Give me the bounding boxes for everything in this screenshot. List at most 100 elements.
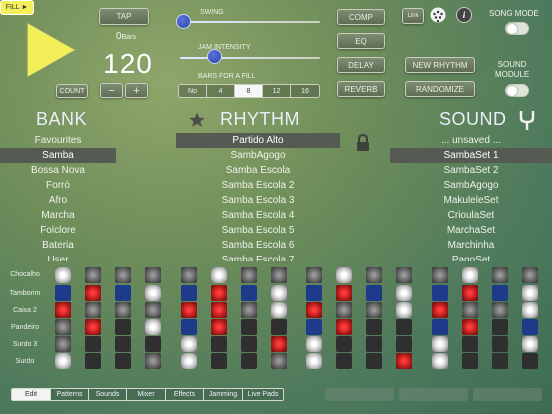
list-item[interactable]: Favourites (0, 133, 116, 148)
step-pad[interactable] (115, 336, 131, 352)
list-item[interactable]: Bossa Nova (0, 163, 116, 178)
step-pad[interactable] (366, 267, 382, 283)
track-label-caixa-2[interactable]: Caixa 2 (2, 307, 48, 314)
step-pad[interactable] (396, 336, 412, 352)
bpm-minus-button[interactable]: − (100, 83, 123, 98)
step-pad[interactable] (85, 353, 101, 369)
step-pad[interactable] (181, 319, 197, 335)
list-item[interactable]: Samba Escola 6 (176, 238, 340, 253)
step-pad[interactable] (522, 336, 538, 352)
list-item[interactable]: Samba (0, 148, 116, 163)
bars-fill-option-no[interactable]: No (179, 85, 207, 97)
step-pad[interactable] (271, 353, 287, 369)
step-pad[interactable] (306, 353, 322, 369)
step-pad[interactable] (211, 336, 227, 352)
step-pad[interactable] (396, 267, 412, 283)
bars-fill-option-16[interactable]: 16 (291, 85, 319, 97)
list-item[interactable]: MakuleleSet (390, 193, 552, 208)
step-pad[interactable] (115, 285, 131, 301)
step-pad[interactable] (145, 353, 161, 369)
list-item[interactable]: SambAgogo (390, 178, 552, 193)
step-pad[interactable] (55, 319, 71, 335)
step-pad[interactable] (522, 353, 538, 369)
step-pad[interactable] (396, 302, 412, 318)
step-pad[interactable] (145, 319, 161, 335)
randomize-button[interactable]: RANDOMIZE (405, 81, 475, 97)
bars-fill-option-4[interactable]: 4 (207, 85, 235, 97)
step-pad[interactable] (241, 285, 257, 301)
step-pad[interactable] (55, 336, 71, 352)
step-pad[interactable] (115, 319, 131, 335)
list-item[interactable]: Marchinha (390, 238, 552, 253)
tab-effects[interactable]: Effects (166, 389, 204, 400)
step-pad[interactable] (271, 267, 287, 283)
tab-mixer[interactable]: Mixer (127, 389, 166, 400)
list-item[interactable]: Samba Escola 5 (176, 223, 340, 238)
list-item[interactable]: Bateria (0, 238, 116, 253)
tab-jamming[interactable]: Jamming (204, 389, 243, 400)
list-item[interactable]: Afro (0, 193, 116, 208)
tuning-fork-icon[interactable] (517, 109, 537, 131)
bars-fill-option-8[interactable]: 8 (235, 85, 263, 97)
step-pad[interactable] (396, 319, 412, 335)
step-pad[interactable] (492, 353, 508, 369)
step-pad[interactable] (492, 285, 508, 301)
step-pad[interactable] (462, 302, 478, 318)
step-pad[interactable] (271, 319, 287, 335)
step-pad[interactable] (366, 302, 382, 318)
eq-button[interactable]: EQ (337, 33, 385, 49)
list-item[interactable]: SambAgogo (176, 148, 340, 163)
list-item[interactable]: Forró (0, 178, 116, 193)
step-pad[interactable] (55, 353, 71, 369)
bars-fill-option-12[interactable]: 12 (263, 85, 291, 97)
step-pad[interactable] (211, 353, 227, 369)
step-pad[interactable] (211, 319, 227, 335)
step-pad[interactable] (181, 336, 197, 352)
play-button[interactable] (26, 22, 76, 78)
info-icon[interactable]: i (456, 7, 472, 23)
jam-intensity-track[interactable] (180, 57, 320, 59)
list-item[interactable]: User (0, 253, 116, 261)
tap-button[interactable]: TAP (99, 8, 149, 25)
swing-knob[interactable] (176, 14, 191, 29)
list-item[interactable]: PagoSet (390, 253, 552, 261)
tab-edit[interactable]: Edit (12, 389, 51, 400)
list-item[interactable]: Samba Escola (176, 163, 340, 178)
step-pad[interactable] (462, 319, 478, 335)
step-pad[interactable] (336, 302, 352, 318)
step-pad[interactable] (241, 353, 257, 369)
step-pad[interactable] (396, 353, 412, 369)
step-pad[interactable] (492, 267, 508, 283)
delay-button[interactable]: DELAY (337, 57, 385, 73)
step-pad[interactable] (492, 302, 508, 318)
list-item[interactable]: Folclore (0, 223, 116, 238)
swing-track[interactable] (180, 21, 320, 23)
step-pad[interactable] (271, 285, 287, 301)
list-item[interactable]: ... unsaved ... (390, 133, 552, 148)
step-pad[interactable] (115, 267, 131, 283)
step-pad[interactable] (181, 302, 197, 318)
step-pad[interactable] (432, 319, 448, 335)
step-pad[interactable] (241, 319, 257, 335)
list-item[interactable]: SambaSet 1 (390, 148, 552, 163)
list-item[interactable]: Samba Escola 3 (176, 193, 340, 208)
sound-module-toggle[interactable] (505, 84, 529, 97)
step-pad[interactable] (85, 319, 101, 335)
list-item[interactable]: Partido Alto (176, 133, 340, 148)
step-pad[interactable] (241, 267, 257, 283)
track-label-surdo-3[interactable]: Surdo 3 (2, 341, 48, 348)
step-pad[interactable] (181, 285, 197, 301)
list-item[interactable]: Samba Escola 7 (176, 253, 340, 261)
step-pad[interactable] (366, 353, 382, 369)
reverb-button[interactable]: REVERB (337, 81, 385, 97)
step-pad[interactable] (211, 285, 227, 301)
favourite-star-icon[interactable] (188, 111, 206, 129)
list-item[interactable]: Samba Escola 2 (176, 178, 340, 193)
step-pad[interactable] (145, 267, 161, 283)
step-pad[interactable] (115, 353, 131, 369)
track-label-chocalho[interactable]: Chocalho (2, 271, 48, 278)
tab-patterns[interactable]: Patterns (51, 389, 89, 400)
step-pad[interactable] (522, 319, 538, 335)
step-pad[interactable] (336, 267, 352, 283)
step-pad[interactable] (211, 302, 227, 318)
